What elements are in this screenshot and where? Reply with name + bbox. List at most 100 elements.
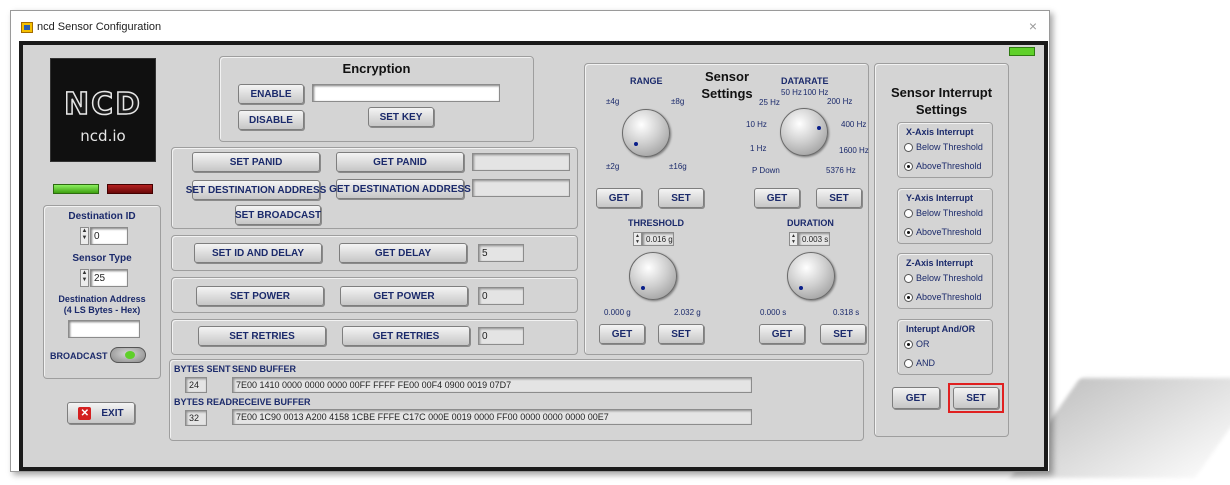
key-input[interactable] (312, 84, 500, 102)
retries-panel: SET RETRIES GET RETRIES 0 (171, 319, 578, 355)
datarate-set-button[interactable]: SET (816, 188, 862, 208)
interrupt-title: Sensor Interrupt Settings (890, 85, 993, 117)
get-power-button[interactable]: GET POWER (340, 286, 468, 306)
range-tick-16g: ±16g (669, 162, 687, 171)
network-panel: SET PANID GET PANID SET DESTINATION ADDR… (171, 147, 578, 229)
interrupt-panel: Sensor Interrupt Settings X-Axis Interru… (874, 63, 1009, 437)
enable-button[interactable]: ENABLE (238, 84, 304, 104)
duration-knob[interactable] (787, 252, 835, 300)
send-buffer-label: SEND BUFFER (232, 364, 297, 374)
sensor-type-input[interactable]: 25 (90, 269, 128, 287)
destination-panel: Destination ID ▲ ▼ 0 Sensor Type ▲ ▼ 25 De… (43, 205, 161, 379)
z-below-label: Below Threshold (916, 273, 983, 283)
get-delay-button[interactable]: GET DELAY (339, 243, 467, 263)
datarate-tick-1600: 1600 Hz (839, 146, 869, 155)
range-label: RANGE (630, 76, 663, 86)
range-set-button[interactable]: SET (658, 188, 704, 208)
y-above-radio[interactable] (904, 228, 913, 237)
range-tick-8g: ±8g (671, 97, 685, 106)
close-icon[interactable]: × (1029, 18, 1037, 34)
threshold-min: 0.000 g (604, 308, 631, 317)
send-buffer-display: 7E00 1410 0000 0000 0000 00FF FFFF FE00 … (232, 377, 752, 393)
toggle-led (125, 351, 135, 359)
interrupt-get-button[interactable]: GET (892, 387, 940, 409)
broadcast-toggle[interactable] (110, 347, 146, 363)
z-below-radio[interactable] (904, 274, 913, 283)
z-axis-group: Z-Axis Interrupt Below Threshold AboveTh… (897, 253, 993, 309)
delay-panel: SET ID AND DELAY GET DELAY 5 (171, 235, 578, 271)
status-led (1009, 47, 1035, 56)
title-bar: ncd Sensor Configuration × (11, 11, 1049, 41)
exit-button[interactable]: ✕ EXIT (67, 402, 135, 424)
duration-spinner[interactable]: ▲ ▼ (789, 232, 798, 246)
range-tick-4g: ±4g (606, 97, 620, 106)
dest-id-input[interactable]: 0 (90, 227, 128, 245)
and-radio[interactable] (904, 359, 913, 368)
or-radio[interactable] (904, 340, 913, 349)
range-get-button[interactable]: GET (596, 188, 642, 208)
duration-set-button[interactable]: SET (820, 324, 866, 344)
datarate-knob-indicator (817, 126, 821, 130)
power-display: 0 (478, 287, 524, 305)
datarate-knob[interactable] (780, 108, 828, 156)
set-retries-button[interactable]: SET RETRIES (198, 326, 326, 346)
and-label: AND (916, 358, 936, 368)
sensor-type-label: Sensor Type (72, 253, 132, 264)
y-axis-group: Y-Axis Interrupt Below Threshold AboveTh… (897, 188, 993, 244)
x-above-radio[interactable] (904, 162, 913, 171)
datarate-tick-50: 50 Hz (781, 88, 802, 97)
threshold-set-button[interactable]: SET (658, 324, 704, 344)
x-axis-label: X-Axis Interrupt (906, 127, 974, 137)
sensor-settings-title: Sensor Settings (701, 69, 753, 101)
z-above-radio[interactable] (904, 293, 913, 302)
dest-addr-sublabel: (4 LS Bytes - Hex) (63, 305, 141, 315)
datarate-tick-400: 400 Hz (841, 120, 867, 129)
x-below-radio[interactable] (904, 143, 913, 152)
bytes-sent-display: 24 (185, 377, 207, 393)
y-below-radio[interactable] (904, 209, 913, 218)
andor-group: Interupt And/OR OR AND (897, 319, 993, 375)
duration-get-button[interactable]: GET (759, 324, 805, 344)
datarate-tick-5376: 5376 Hz (826, 166, 856, 175)
get-dest-button[interactable]: GET DESTINATION ADDRESS (329, 179, 471, 199)
set-dest-button[interactable]: SET DESTINATION ADDRESS (186, 180, 326, 200)
duration-min: 0.000 s (760, 308, 787, 317)
sensor-type-spinner[interactable]: ▲ ▼ (80, 269, 89, 287)
logo-text: ncd.io (80, 127, 126, 145)
datarate-tick-100: 100 Hz (803, 88, 829, 97)
app-icon (21, 22, 33, 33)
threshold-knob[interactable] (629, 252, 677, 300)
disable-button[interactable]: DISABLE (238, 110, 304, 130)
dest-id-spinner[interactable]: ▲ ▼ (80, 227, 89, 245)
ncd-logo: NCD ncd.io (50, 58, 156, 162)
z-axis-label: Z-Axis Interrupt (906, 258, 974, 268)
datarate-tick-1: 1 Hz (750, 144, 767, 153)
broadcast-label: BROADCAST (50, 351, 108, 361)
x-above-label: AboveThreshold (916, 161, 982, 171)
set-panid-button[interactable]: SET PANID (192, 152, 320, 172)
range-knob[interactable] (622, 109, 670, 157)
bytes-read-display: 32 (185, 410, 207, 426)
get-retries-button[interactable]: GET RETRIES (342, 326, 470, 346)
threshold-spinner[interactable]: ▲ ▼ (633, 232, 642, 246)
datarate-tick-pdown: P Down (752, 166, 780, 175)
power-panel: SET POWER GET POWER 0 (171, 277, 578, 313)
set-key-button[interactable]: SET KEY (368, 107, 434, 127)
or-label: OR (916, 339, 930, 349)
threshold-input[interactable]: 0.016 g (642, 232, 674, 246)
z-above-label: AboveThreshold (916, 292, 982, 302)
interrupt-set-button[interactable]: SET (953, 387, 999, 409)
range-tick-2g: ±2g (606, 162, 620, 171)
duration-input[interactable]: 0.003 s (798, 232, 830, 246)
set-delay-button[interactable]: SET ID AND DELAY (194, 243, 322, 263)
set-broadcast-button[interactable]: SET BROADCAST (235, 205, 321, 225)
set-power-button[interactable]: SET POWER (196, 286, 324, 306)
threshold-get-button[interactable]: GET (599, 324, 645, 344)
get-panid-button[interactable]: GET PANID (336, 152, 464, 172)
led-green (53, 184, 99, 194)
threshold-max: 2.032 g (674, 308, 701, 317)
app-window: ncd Sensor Configuration × NCD ncd.io De… (10, 10, 1050, 472)
datarate-get-button[interactable]: GET (754, 188, 800, 208)
dest-addr-input[interactable] (68, 320, 140, 338)
range-knob-indicator (634, 142, 638, 146)
